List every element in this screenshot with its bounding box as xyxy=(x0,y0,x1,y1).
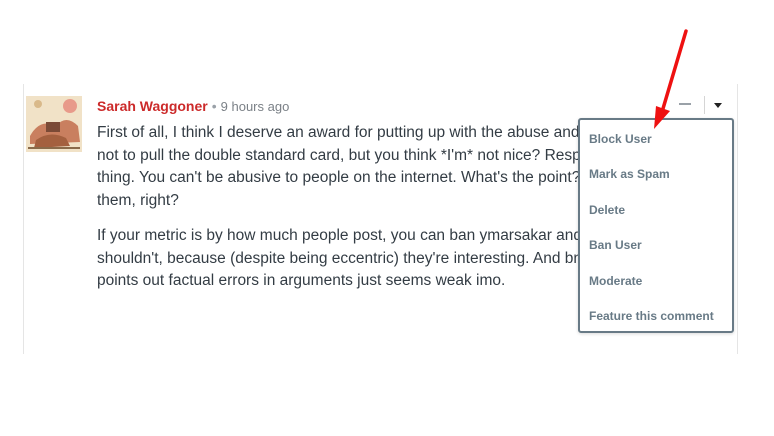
annotation-arrow-icon xyxy=(654,29,688,129)
